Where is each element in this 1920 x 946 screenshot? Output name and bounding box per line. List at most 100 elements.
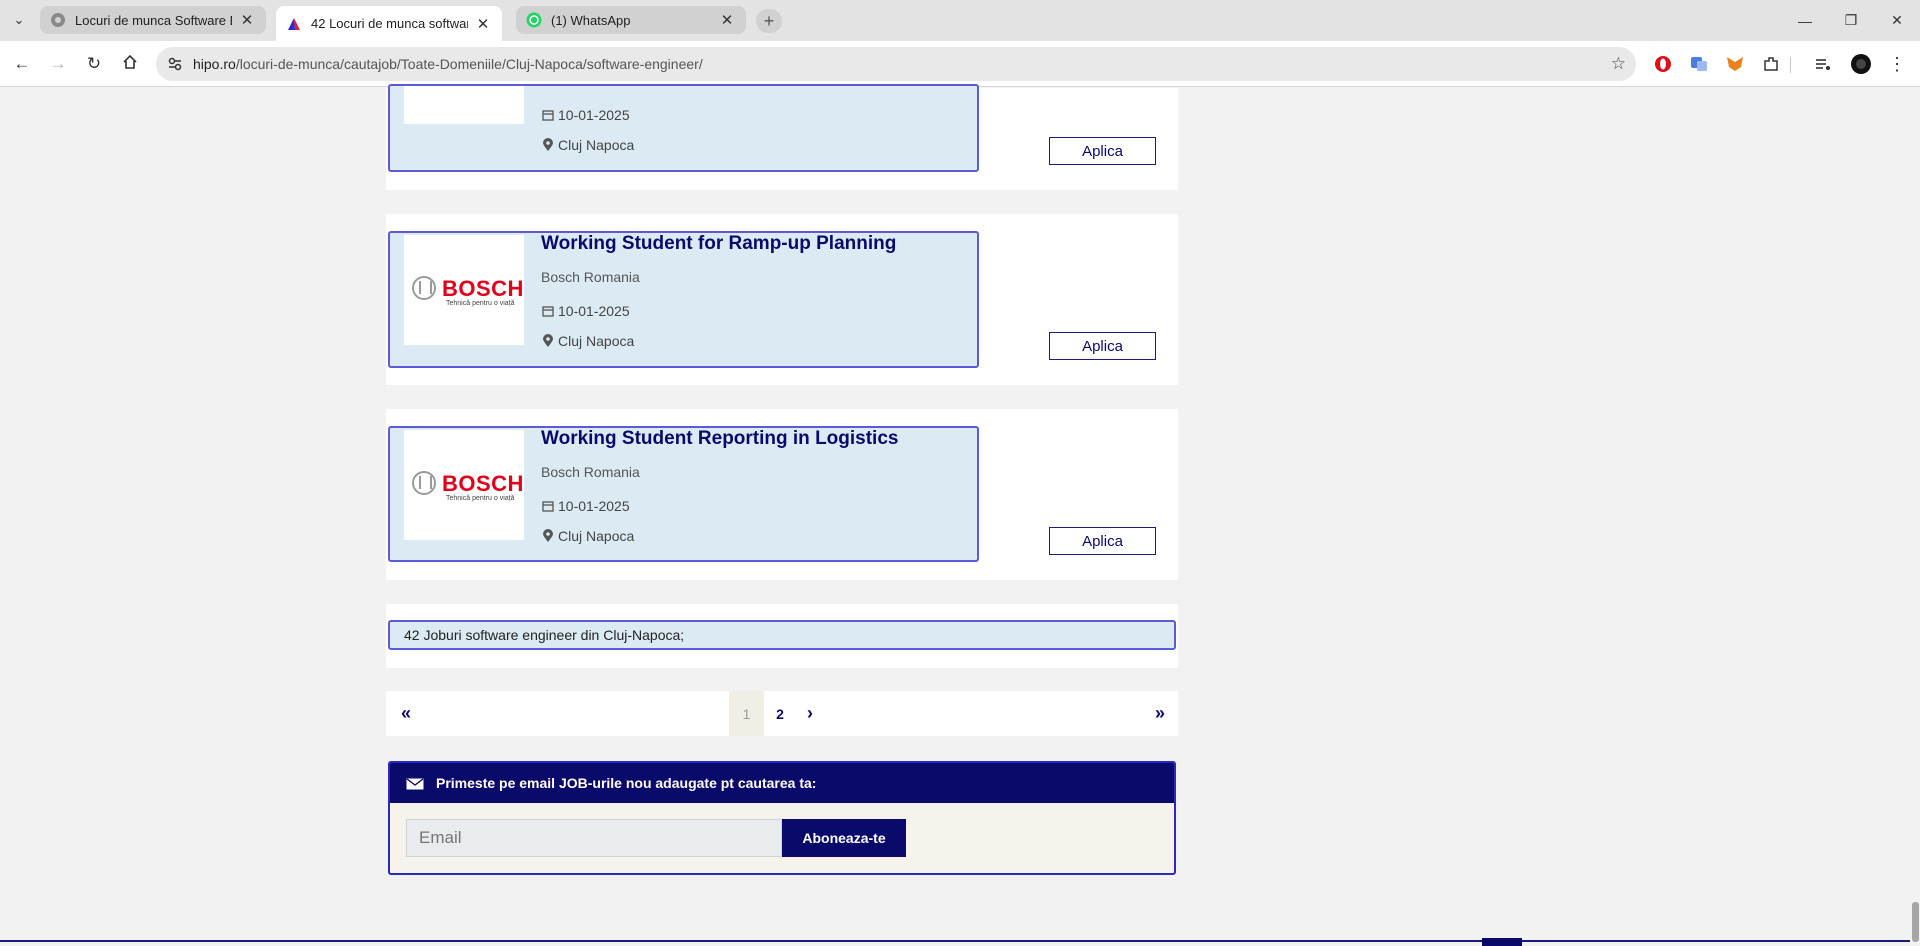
job-location: Cluj Napoca — [541, 137, 634, 153]
whatsapp-icon — [526, 12, 542, 28]
bosch-armature-icon — [412, 276, 436, 300]
toolbar-divider — [1790, 57, 1791, 73]
more-menu-icon[interactable]: ⋮ — [1884, 51, 1910, 77]
minimize-button[interactable]: — — [1782, 0, 1828, 41]
close-icon: ✕ — [1891, 12, 1903, 28]
chevron-down-icon: ⌄ — [13, 12, 25, 27]
minimize-icon: — — [1798, 12, 1812, 29]
url-host: hipo.ro — [193, 56, 236, 72]
page-scrollbar[interactable] — [1910, 88, 1920, 946]
bosch-logo: BOSCH Tehnică pentru o viață — [404, 430, 524, 540]
map-pin-icon — [541, 529, 555, 543]
email-input[interactable] — [406, 819, 782, 857]
map-pin-icon — [541, 334, 555, 348]
job-card[interactable]: BOSCH Tehnică pentru o viață Working Stu… — [388, 426, 979, 562]
envelope-icon — [406, 777, 424, 790]
bosch-tagline: Tehnică pentru o viață — [446, 300, 515, 307]
reload-button[interactable]: ↻ — [80, 50, 108, 78]
url-path: /locuri-de-munca/cautajob/Toate-Domeniil… — [235, 56, 703, 72]
apply-button[interactable]: Aplica — [1049, 527, 1156, 555]
footer-divider — [0, 940, 1910, 942]
page-2-button[interactable]: 2 — [764, 691, 796, 736]
job-date: 10-01-2025 — [541, 498, 630, 514]
first-page-button[interactable]: « — [396, 691, 416, 736]
job-date-text: 10-01-2025 — [558, 303, 630, 319]
arrow-left-icon: ← — [13, 54, 31, 73]
map-pin-icon — [541, 138, 555, 152]
page-1-button[interactable]: 1 — [729, 691, 764, 736]
next-page-button[interactable]: › — [796, 691, 824, 736]
subscribe-header: Primeste pe email JOB-urile nou adaugate… — [390, 763, 1174, 803]
bosch-wordmark: BOSCH — [442, 276, 524, 301]
job-title[interactable]: Working Student for Ramp-up Planning — [541, 233, 896, 255]
forward-button[interactable]: → — [44, 50, 72, 78]
job-location-text: Cluj Napoca — [558, 137, 635, 153]
new-tab-button[interactable]: + — [756, 9, 782, 33]
job-date: 10-01-2025 — [541, 107, 630, 123]
tab-title: 42 Locuri de munca software en — [311, 16, 468, 31]
page-content: 10-01-2025 Cluj Napoca Aplica BOSCH Tehn… — [0, 84, 1920, 946]
tab-search-button[interactable]: ⌄ — [6, 8, 32, 32]
star-icon[interactable]: ☆ — [1611, 54, 1626, 74]
calendar-icon — [541, 499, 555, 513]
tab-whatsapp[interactable]: (1) WhatsApp ✕ — [516, 6, 746, 34]
job-company: Bosch Romania — [541, 269, 640, 285]
bosch-tagline: Tehnică pentru o viață — [446, 495, 515, 502]
tab-bar: ⌄ Locuri de munca Software Engi ✕ 42 Loc… — [0, 0, 1920, 41]
back-button[interactable]: ← — [8, 50, 36, 78]
tab-locuri-software[interactable]: Locuri de munca Software Engi ✕ — [40, 6, 266, 34]
tab-title: (1) WhatsApp — [551, 12, 631, 28]
url-text: hipo.ro/locuri-de-munca/cautajob/Toate-D… — [193, 56, 703, 72]
bosch-wordmark: BOSCH — [442, 471, 524, 496]
scrollbar-thumb[interactable] — [1912, 902, 1919, 942]
subscribe-heading: Primeste pe email JOB-urile nou adaugate… — [436, 775, 817, 791]
globe-icon — [50, 12, 66, 28]
tab-hipo-jobs[interactable]: 42 Locuri de munca software en ✕ — [276, 6, 502, 41]
job-company: Bosch Romania — [541, 464, 640, 480]
calendar-icon — [541, 108, 555, 122]
plus-icon: + — [763, 10, 775, 31]
close-icon[interactable]: ✕ — [238, 11, 256, 29]
job-card[interactable]: BOSCH Tehnică pentru o viață Working Stu… — [388, 231, 979, 368]
last-page-button[interactable]: » — [1148, 691, 1172, 736]
apply-button[interactable]: Aplica — [1049, 137, 1156, 165]
arrow-right-icon: → — [49, 54, 67, 73]
calendar-icon — [541, 304, 555, 318]
job-title[interactable]: Working Student Reporting in Logistics — [541, 428, 898, 450]
bosch-logo: BOSCH Tehnică pentru o viață — [404, 235, 524, 345]
puzzle-icon[interactable] — [1758, 51, 1784, 77]
metamask-extension-icon[interactable] — [1722, 51, 1748, 77]
close-icon[interactable]: ✕ — [474, 15, 492, 33]
home-button[interactable] — [116, 50, 144, 78]
results-summary: 42 Joburi software engineer din Cluj-Nap… — [388, 620, 1176, 650]
restore-button[interactable]: ❐ — [1828, 0, 1874, 41]
job-location: Cluj Napoca — [541, 333, 634, 349]
home-icon — [122, 54, 138, 75]
company-logo — [404, 86, 524, 124]
subscribe-button[interactable]: Aboneaza-te — [782, 819, 906, 857]
close-window-button[interactable]: ✕ — [1874, 0, 1920, 41]
translate-extension-icon[interactable] — [1686, 51, 1712, 77]
browser-toolbar: ← → ↻ hipo.ro/locuri-de-munca/cautajob/T… — [0, 41, 1920, 87]
opera-extension-icon[interactable] — [1650, 51, 1676, 77]
site-info-icon[interactable] — [166, 55, 184, 73]
footer-tab — [1482, 938, 1522, 946]
profile-avatar[interactable] — [1848, 51, 1874, 77]
apply-button[interactable]: Aplica — [1049, 332, 1156, 360]
subscribe-box: Primeste pe email JOB-urile nou adaugate… — [388, 761, 1176, 875]
media-control-icon[interactable] — [1810, 51, 1836, 77]
close-icon[interactable]: ✕ — [718, 11, 736, 29]
job-location: Cluj Napoca — [541, 528, 634, 544]
restore-icon: ❐ — [1844, 12, 1858, 28]
hipo-logo-icon — [286, 16, 302, 32]
job-date-text: 10-01-2025 — [558, 107, 630, 123]
job-location-text: Cluj Napoca — [558, 333, 635, 349]
address-bar[interactable]: hipo.ro/locuri-de-munca/cautajob/Toate-D… — [156, 47, 1636, 81]
bosch-armature-icon — [412, 471, 436, 495]
tab-title: Locuri de munca Software Engi — [75, 12, 232, 28]
job-location-text: Cluj Napoca — [558, 528, 635, 544]
reload-icon: ↻ — [86, 54, 102, 73]
job-card[interactable]: 10-01-2025 Cluj Napoca — [388, 84, 979, 172]
pagination: « 1 2 › » — [386, 691, 1178, 736]
job-date-text: 10-01-2025 — [558, 498, 630, 514]
